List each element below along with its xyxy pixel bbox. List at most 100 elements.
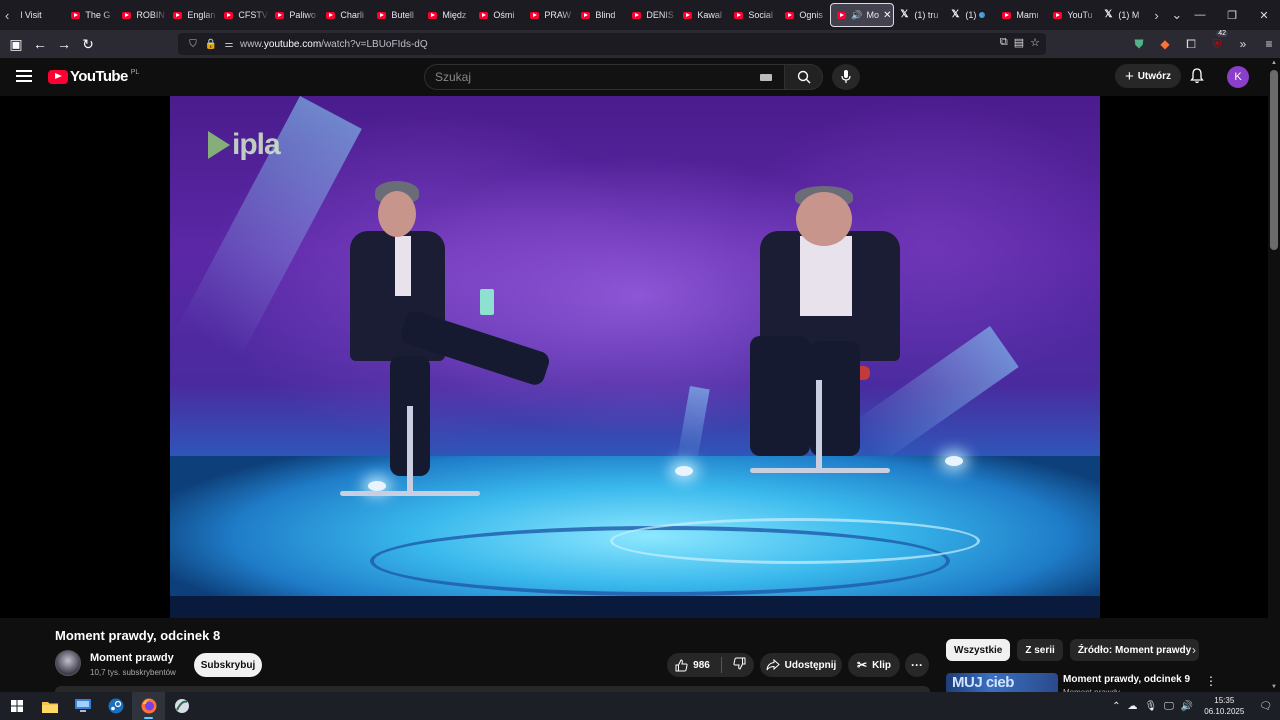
volume-icon[interactable]: 🔊: [1181, 701, 1193, 712]
filter-chip[interactable]: Z serii: [1017, 639, 1063, 661]
x-favicon-icon: 𝕏: [951, 9, 960, 20]
forward-button[interactable]: →: [52, 32, 76, 56]
firefox-icon[interactable]: [132, 692, 165, 720]
scrollbar-thumb[interactable]: [1270, 70, 1278, 250]
permissions-icon[interactable]: ⚌: [222, 39, 236, 50]
reader-view-icon[interactable]: ▤: [1014, 36, 1024, 49]
tab-label: (1) tru: [914, 10, 939, 20]
bookmark-star-icon[interactable]: ☆: [1030, 36, 1040, 49]
youtube-logo[interactable]: YouTube PL: [48, 68, 139, 85]
close-window-icon[interactable]: ✕: [1248, 0, 1280, 30]
browser-tab[interactable]: CFSTV: [218, 3, 270, 27]
back-button[interactable]: ←: [28, 32, 52, 56]
browser-tab[interactable]: Social: [728, 3, 780, 27]
browser-tab[interactable]: 𝕏 (1): [945, 3, 997, 27]
dislike-button[interactable]: [733, 657, 746, 673]
browser-tab[interactable]: DENIS: [626, 3, 678, 27]
clip-button[interactable]: ✂ Klip: [848, 653, 900, 677]
browser-tab[interactable]: Blind: [575, 3, 627, 27]
recommendation-thumbnail[interactable]: MUJ cieb: [946, 673, 1058, 692]
channel-name[interactable]: Moment prawdy: [90, 652, 174, 664]
browser-tab[interactable]: ROBIN: [116, 3, 168, 27]
shield-icon[interactable]: ⛉: [186, 39, 200, 50]
overflow-menu-icon[interactable]: »: [1230, 37, 1256, 51]
tab-audio-icon[interactable]: 🔊: [851, 10, 862, 21]
address-bar[interactable]: ⛉ 🔒 ⚌ www. youtube.com/watch?v=LBUoFIds-d…: [178, 33, 1046, 55]
remote-desktop-icon[interactable]: [66, 692, 99, 720]
close-tab-icon[interactable]: ✕: [883, 10, 891, 21]
filter-chip[interactable]: Źródło: Moment prawdy: [1069, 639, 1200, 661]
clock[interactable]: 15:35 06.10.2025: [1204, 695, 1244, 717]
browser-tab[interactable]: Butell: [371, 3, 423, 27]
keyboard-icon[interactable]: [760, 74, 772, 81]
subscribe-button[interactable]: Subskrybuj: [194, 653, 262, 677]
browser-tab[interactable]: PRAW: [524, 3, 576, 27]
minimize-icon[interactable]: —: [1184, 0, 1216, 30]
voice-search-button[interactable]: [832, 64, 860, 90]
browser-tab[interactable]: YouTu: [1047, 3, 1099, 27]
recommendation-menu-icon[interactable]: ⋮: [1205, 674, 1217, 688]
tabs-scroll-right-icon[interactable]: ›: [1149, 0, 1163, 30]
restore-icon[interactable]: ❐: [1216, 0, 1248, 30]
tab-label: Blind: [595, 10, 616, 20]
shield-extension-icon[interactable]: ⛊: [1126, 37, 1152, 52]
account-avatar[interactable]: K: [1227, 66, 1249, 88]
like-count: 986: [693, 659, 710, 671]
reload-button[interactable]: ↻: [76, 32, 100, 56]
fox-extension-icon[interactable]: ◆: [1152, 37, 1178, 51]
browser-tab[interactable]: Kawal: [677, 3, 729, 27]
extensions-puzzle-icon[interactable]: ⧠: [1178, 37, 1204, 52]
browser-tab-active[interactable]: 🔊 Mo ✕: [830, 3, 895, 27]
share-button[interactable]: Udostępnij: [760, 653, 842, 677]
browser-tab[interactable]: The G: [65, 3, 117, 27]
lock-icon[interactable]: 🔒: [204, 39, 218, 50]
browser-tab[interactable]: 𝕏 (1) M: [1098, 3, 1150, 27]
youtube-favicon-icon: [224, 11, 234, 19]
tabs-scroll-left-icon[interactable]: ‹: [0, 0, 14, 30]
video-player[interactable]: ipla: [0, 96, 1268, 618]
recommendation-title[interactable]: Moment prawdy, odcinek 9: [1063, 674, 1190, 685]
like-button[interactable]: 986: [675, 658, 710, 672]
create-button[interactable]: + Utwórz: [1115, 64, 1181, 88]
network-icon[interactable]: 🖵: [1164, 701, 1174, 712]
browser-tab[interactable]: Charli: [320, 3, 372, 27]
picture-in-picture-icon[interactable]: ⧉: [1000, 36, 1008, 49]
search-button[interactable]: [784, 64, 823, 90]
channel-avatar[interactable]: [55, 650, 81, 676]
browser-navbar: ▣ ← → ↻ ⛉ 🔒 ⚌ www. youtube.com/watch?v=LB…: [0, 30, 1280, 58]
notifications-bell-icon[interactable]: [1190, 68, 1204, 89]
browser-tab[interactable]: Międz: [422, 3, 474, 27]
tray-overflow-icon[interactable]: ⌃: [1112, 701, 1120, 712]
browser-tab[interactable]: Ognis: [779, 3, 831, 27]
scroll-up-icon[interactable]: ▲: [1271, 60, 1277, 66]
tab-label: Paliwo: [289, 10, 316, 20]
windows-start-icon[interactable]: [0, 692, 33, 720]
video-frame[interactable]: ipla: [170, 96, 1100, 618]
file-explorer-icon[interactable]: [33, 692, 66, 720]
steam-icon[interactable]: [99, 692, 132, 720]
browser-tab[interactable]: Paliwo: [269, 3, 321, 27]
tab-list-dropdown-icon[interactable]: ⌄: [1170, 0, 1184, 30]
browser-tab[interactable]: Englan: [167, 3, 219, 27]
scroll-down-icon[interactable]: ▼: [1271, 684, 1277, 690]
chips-next-icon[interactable]: ›: [1192, 643, 1196, 657]
sidebar-toggle-icon[interactable]: ▣: [4, 32, 28, 56]
app-icon[interactable]: [165, 692, 198, 720]
page-scrollbar[interactable]: ▲ ▼: [1268, 58, 1280, 692]
tab-label: Englan: [187, 10, 216, 20]
app-menu-icon[interactable]: ≡: [1256, 37, 1280, 51]
filter-chip[interactable]: Wszystkie: [946, 639, 1011, 661]
tab-list: l Visit The G ROBIN Englan CFSTV Paliwo Charli…: [14, 0, 1150, 30]
more-actions-button[interactable]: ···: [905, 653, 929, 677]
browser-tab[interactable]: Mamı: [996, 3, 1048, 27]
notifications-icon[interactable]: 🗨: [1259, 701, 1272, 712]
search-input[interactable]: [435, 65, 755, 89]
menu-icon[interactable]: [16, 70, 32, 82]
browser-tab[interactable]: 𝕏 (1) tru: [894, 3, 946, 27]
youtube-favicon-icon: [1002, 11, 1012, 19]
onedrive-cloud-icon[interactable]: ☁: [1127, 701, 1137, 712]
ublock-extension-icon[interactable]: ⛨ 42: [1204, 29, 1230, 52]
microphone-tray-icon[interactable]: 🎙: [1144, 701, 1157, 712]
browser-tab[interactable]: Ośmi: [473, 3, 525, 27]
browser-tab[interactable]: l Visit: [14, 3, 66, 27]
